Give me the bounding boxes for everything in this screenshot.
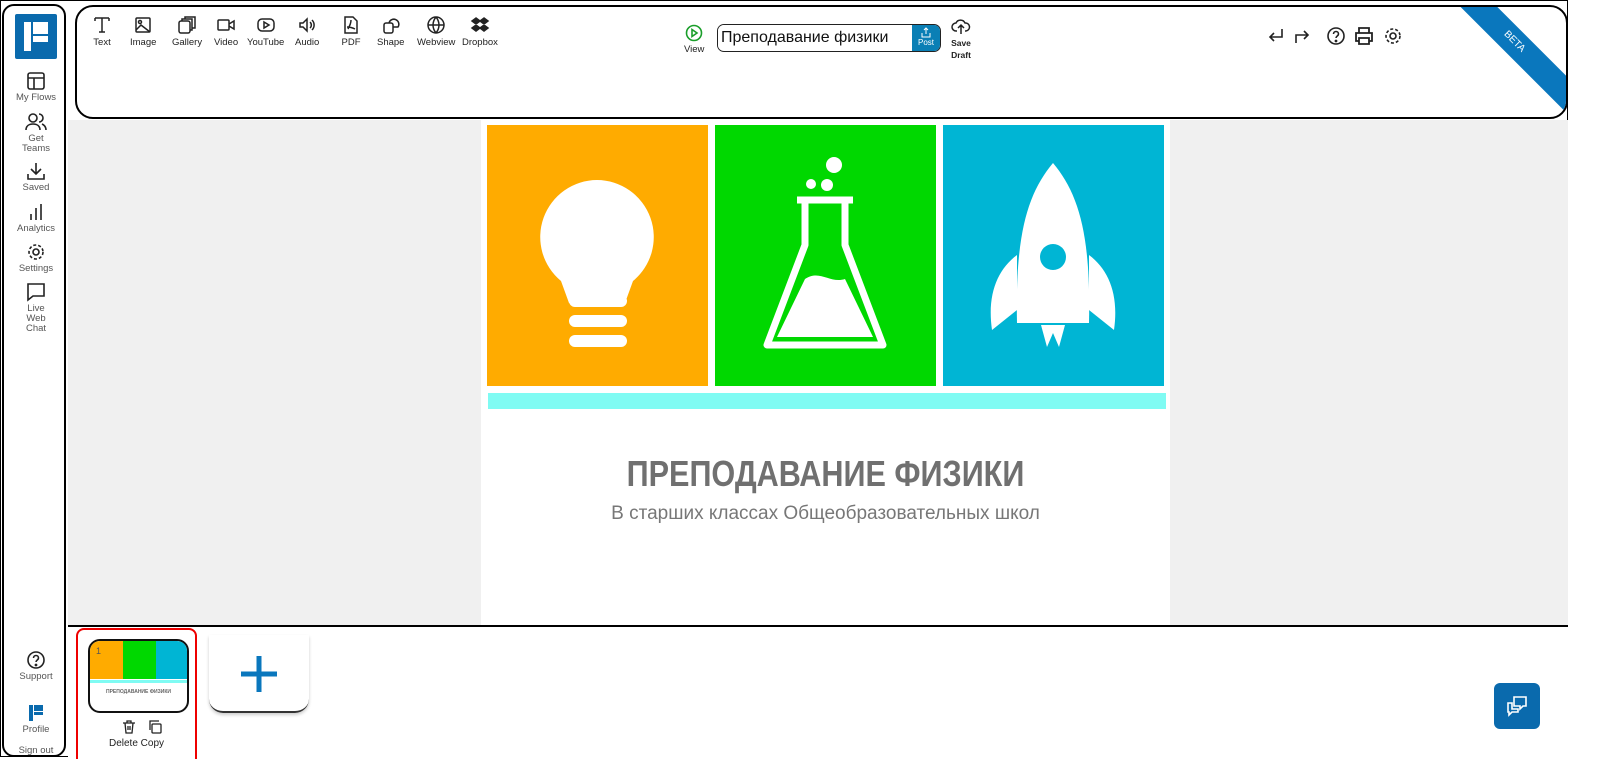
tool-youtube[interactable]: YouTube xyxy=(247,15,284,48)
sidebar-item-my-flows[interactable]: My Flows xyxy=(4,71,68,103)
slide-title: ПРЕПОДАВАНИЕ ФИЗИКИ xyxy=(626,453,1025,494)
editor-canvas: ПРЕПОДАВАНИЕ ФИЗИКИ В старших классах Об… xyxy=(68,120,1568,625)
chat-icon xyxy=(27,283,45,302)
audio-icon xyxy=(299,17,316,33)
toolbar: Text Image Gallery Video YouTube Audio PDF Shap… xyxy=(75,5,1568,119)
page-thumbnail[interactable]: 1 ПРЕПОДАВАНИЕ ФИЗИКИ xyxy=(88,639,189,713)
tool-image[interactable]: Image xyxy=(130,15,156,48)
shape-icon xyxy=(382,18,400,34)
thumb-green-tile xyxy=(123,641,156,679)
delete-page-button[interactable]: Delete xyxy=(109,738,138,749)
gallery-icon xyxy=(178,16,196,34)
gear-icon[interactable] xyxy=(1383,26,1403,46)
video-icon xyxy=(217,19,235,31)
tool-text[interactable]: Text xyxy=(92,15,112,48)
app-logo[interactable] xyxy=(15,14,57,59)
beta-ribbon: BETA xyxy=(1441,7,1566,115)
slide-preview[interactable]: ПРЕПОДАВАНИЕ ФИЗИКИ В старших классах Об… xyxy=(481,120,1170,625)
flask-icon xyxy=(763,157,887,349)
tool-video[interactable]: Video xyxy=(214,15,238,48)
sidebar-item-analytics[interactable]: Analytics xyxy=(4,202,68,234)
flow-title-input[interactable] xyxy=(718,25,910,50)
sidebar: My Flows Get Teams Saved Analytics Setti… xyxy=(2,4,66,757)
undo-icon[interactable] xyxy=(1267,27,1285,45)
sidebar-item-settings[interactable]: Settings xyxy=(4,242,68,274)
flask-tile xyxy=(715,125,936,386)
sidebar-item-get-teams[interactable]: Get Teams xyxy=(4,112,68,154)
flow-title-field: Post xyxy=(717,24,941,52)
sidebar-item-profile[interactable]: Profile xyxy=(4,703,68,735)
tool-shape[interactable]: Shape xyxy=(377,15,404,48)
tool-gallery[interactable]: Gallery xyxy=(172,15,202,48)
chat-bubbles-icon xyxy=(1507,696,1527,717)
text-icon xyxy=(94,17,110,33)
thumb-blue-tile xyxy=(156,641,187,679)
bar-chart-icon xyxy=(30,204,42,220)
tool-pdf[interactable]: PDF xyxy=(341,15,361,48)
logo-icon xyxy=(29,705,43,721)
help-icon[interactable] xyxy=(1326,26,1346,46)
slide-subtitle: В старших классах Общеобразовательных шк… xyxy=(611,503,1040,524)
print-icon[interactable] xyxy=(1354,26,1374,46)
thumb-title: ПРЕПОДАВАНИЕ ФИЗИКИ xyxy=(106,689,171,695)
sidebar-item-saved[interactable]: Saved xyxy=(4,161,68,193)
pdf-icon xyxy=(344,16,358,34)
lightbulb-tile xyxy=(487,125,708,386)
gear-icon xyxy=(28,244,44,260)
sidebar-item-live-web-chat[interactable]: Live Web Chat xyxy=(4,282,68,334)
redo-icon[interactable] xyxy=(1293,27,1311,45)
add-page-button[interactable] xyxy=(209,635,309,713)
sidebar-item-support[interactable]: Support xyxy=(4,650,68,682)
download-icon xyxy=(27,163,45,180)
page-strip: 1 ПРЕПОДАВАНИЕ ФИЗИКИ Delete Copy xyxy=(68,625,1568,759)
cyan-divider-bar xyxy=(488,393,1166,409)
layout-icon xyxy=(27,72,45,90)
tool-audio[interactable]: Audio xyxy=(295,15,319,48)
thumb-cyan-bar xyxy=(90,680,187,683)
tool-webview[interactable]: Webview xyxy=(417,15,455,48)
tool-dropbox[interactable]: Dropbox xyxy=(462,15,498,48)
trash-icon[interactable] xyxy=(122,720,136,734)
rocket-icon xyxy=(990,163,1116,347)
users-icon xyxy=(25,113,47,131)
plus-icon xyxy=(241,656,277,692)
cloud-upload-icon xyxy=(951,19,971,34)
sign-out-link[interactable]: Sign out xyxy=(4,746,68,756)
globe-icon xyxy=(427,16,445,34)
youtube-icon xyxy=(256,18,275,32)
post-button[interactable]: Post xyxy=(912,25,940,51)
page-thumbnail-selected[interactable]: 1 ПРЕПОДАВАНИЕ ФИЗИКИ Delete Copy xyxy=(76,628,197,759)
view-button[interactable]: View xyxy=(684,24,704,55)
play-circle-icon xyxy=(685,24,703,42)
save-draft-button[interactable]: Save Draft xyxy=(951,17,971,61)
rocket-tile xyxy=(943,125,1164,386)
help-icon xyxy=(27,651,45,669)
copy-page-button[interactable]: Copy xyxy=(141,738,164,749)
thumb-orange-tile: 1 xyxy=(90,641,123,679)
share-icon xyxy=(921,27,931,38)
image-icon xyxy=(135,17,151,33)
lightbulb-icon xyxy=(540,180,654,347)
copy-icon[interactable] xyxy=(148,720,162,734)
chat-support-button[interactable] xyxy=(1494,683,1540,729)
dropbox-icon xyxy=(470,17,490,32)
